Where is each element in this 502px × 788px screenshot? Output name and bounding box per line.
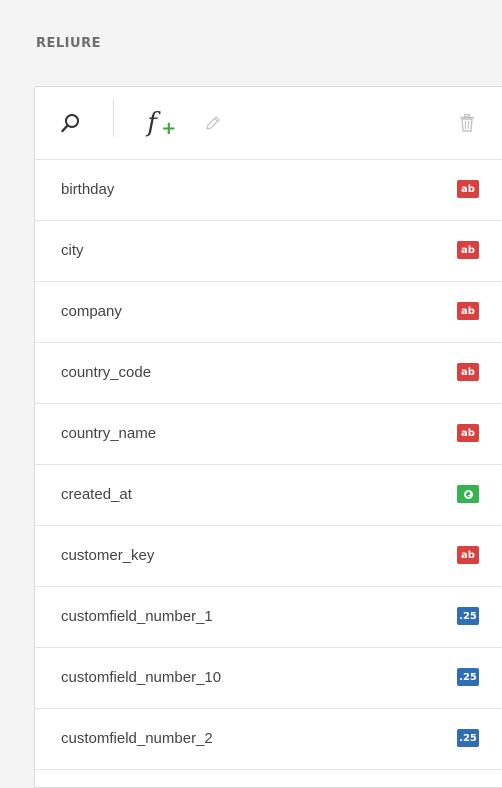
text-type-badge: ab (457, 241, 479, 259)
function-add-icon: f + (147, 108, 177, 139)
delete-button[interactable] (447, 87, 487, 159)
field-name: customer_key (61, 547, 155, 564)
text-type-badge: ab (457, 180, 479, 198)
fields-toolbar: f + (35, 87, 502, 160)
field-row[interactable]: country_code ab (35, 343, 502, 404)
search-button[interactable] (49, 87, 93, 159)
field-row[interactable]: customfield_number_1 .25 (35, 587, 502, 648)
field-name: created_at (61, 486, 132, 503)
search-icon (61, 114, 79, 133)
field-name: country_code (61, 364, 152, 381)
field-name: customfield_number_1 (61, 608, 213, 625)
field-name: birthday (61, 181, 115, 198)
toolbar-divider (113, 99, 114, 137)
field-row[interactable]: birthday ab (35, 160, 502, 221)
field-name: company (61, 303, 122, 320)
number-type-badge: .25 (457, 668, 479, 686)
field-row[interactable]: created_at (35, 465, 502, 526)
field-name: customfield_number_10 (61, 669, 222, 686)
fields-panel: f + birthday ab city ab company ab count… (34, 86, 502, 788)
trash-icon (460, 113, 474, 132)
field-row[interactable]: city ab (35, 221, 502, 282)
field-name: customfield_number_2 (61, 730, 213, 747)
text-type-badge: ab (457, 302, 479, 320)
text-type-badge: ab (457, 424, 479, 442)
number-type-badge: .25 (457, 729, 479, 747)
edit-button[interactable] (195, 87, 231, 159)
field-row[interactable]: company ab (35, 282, 502, 343)
add-formula-button[interactable]: f + (129, 87, 177, 159)
pencil-icon (206, 116, 220, 130)
field-name: city (61, 242, 84, 259)
field-row[interactable]: customer_key ab (35, 526, 502, 587)
text-type-badge: ab (457, 363, 479, 381)
section-title: RELIURE (36, 36, 101, 51)
clock-icon (463, 489, 473, 499)
field-row[interactable]: country_name ab (35, 404, 502, 465)
field-row[interactable]: customfield_number_2 .25 (35, 709, 502, 770)
number-type-badge: .25 (457, 607, 479, 625)
date-type-badge (457, 485, 479, 503)
field-row[interactable]: customfield_number_10 .25 (35, 648, 502, 709)
field-name: country_name (61, 425, 157, 442)
text-type-badge: ab (457, 546, 479, 564)
